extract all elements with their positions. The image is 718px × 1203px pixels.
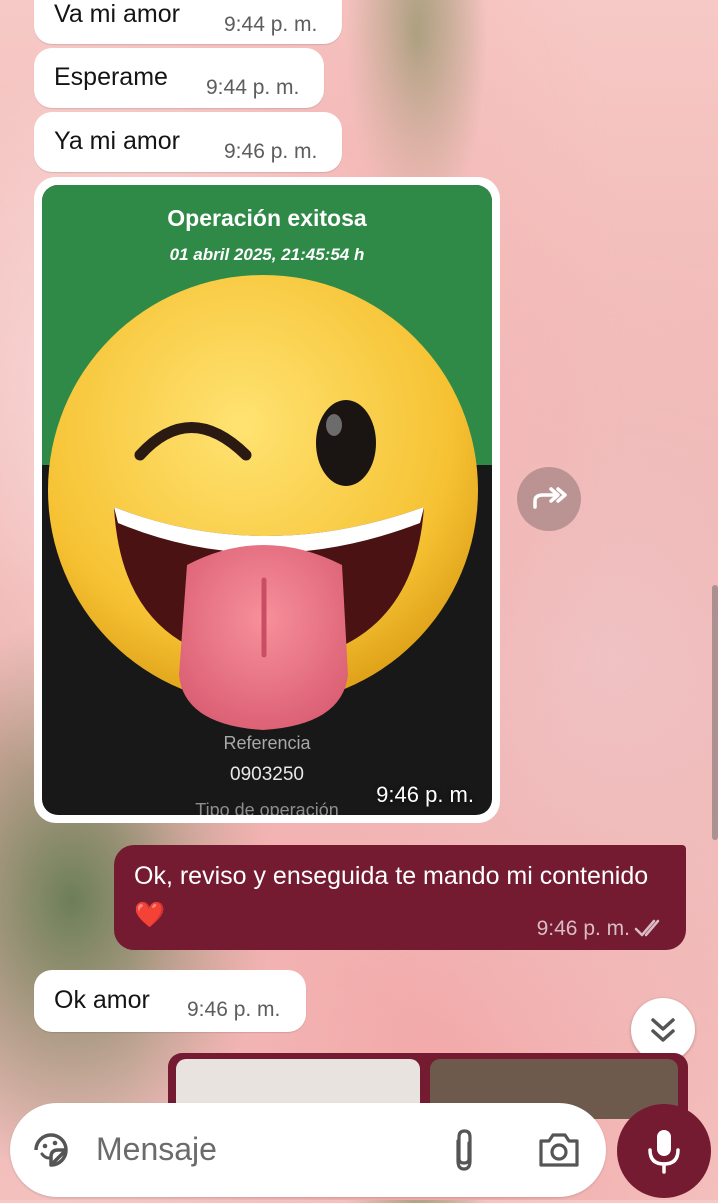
image-message-bubble[interactable]: Operación exitosa 01 abril 2025, 21:45:5… (34, 177, 500, 823)
message-bubble-in[interactable]: Va mi amor 9:44 p. m. (34, 0, 342, 44)
camera-icon[interactable] (537, 1131, 581, 1169)
message-time: 9:44 p. m. (206, 76, 300, 99)
message-bubble-in[interactable]: Esperame 9:44 p. m. (34, 48, 324, 108)
receipt-image[interactable]: Operación exitosa 01 abril 2025, 21:45:5… (42, 185, 492, 815)
paperclip-icon[interactable] (447, 1127, 481, 1175)
forward-button[interactable] (517, 467, 581, 531)
winking-tongue-emoji (48, 275, 478, 730)
message-time: 9:46 p. m. (536, 917, 630, 940)
message-text: Esperame (54, 63, 168, 91)
message-composer[interactable]: Mensaje (10, 1103, 606, 1197)
receipt-reference-label: Referencia (223, 733, 311, 753)
voice-record-button[interactable] (617, 1104, 711, 1198)
message-time: 9:46 p. m. (187, 998, 281, 1021)
scrollbar[interactable] (712, 585, 718, 840)
message-time: 9:46 p. m. (376, 782, 474, 807)
message-bubble-in[interactable]: Ok amor 9:46 p. m. (34, 970, 306, 1032)
forward-icon (533, 487, 567, 509)
message-bubble-out[interactable]: Ok, reviso y enseguida te mando mi conte… (114, 845, 686, 950)
message-input[interactable]: Mensaje (96, 1131, 217, 1168)
message-bubble-in[interactable]: Ya mi amor 9:46 p. m. (34, 112, 342, 172)
message-text: Ok amor (54, 986, 150, 1014)
message-time: 9:46 p. m. (224, 140, 318, 163)
read-ticks-icon (634, 919, 660, 937)
message-text: Va mi amor (54, 0, 180, 28)
microphone-icon (648, 1130, 680, 1174)
message-text: Ya mi amor (54, 127, 180, 155)
message-time: 9:44 p. m. (224, 13, 318, 36)
sticker-icon[interactable] (30, 1129, 72, 1171)
